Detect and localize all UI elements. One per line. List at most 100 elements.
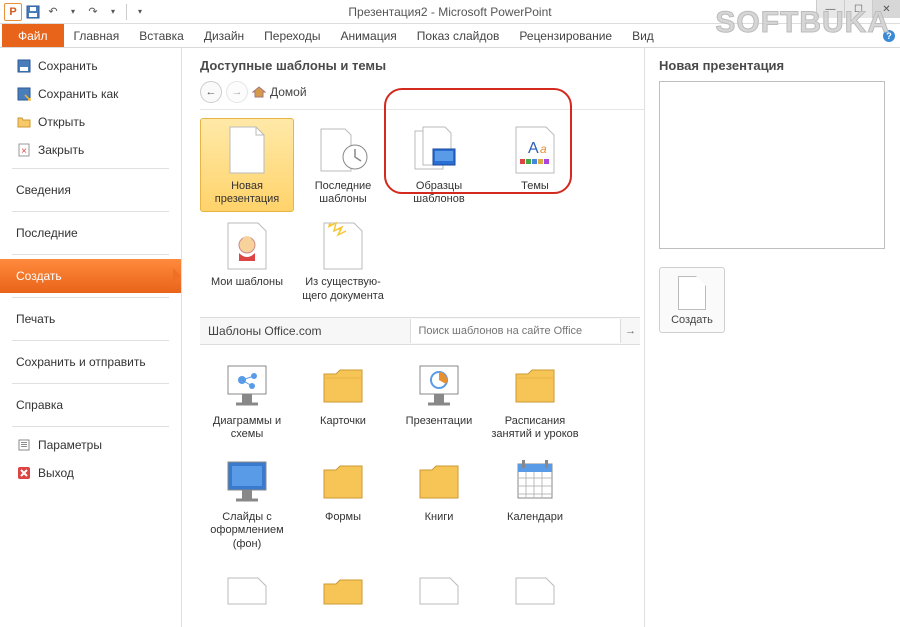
my-templates-icon xyxy=(217,220,277,272)
tile-from-existing[interactable]: Из существую- щего документа xyxy=(296,214,390,308)
sidebar-label: Создать xyxy=(16,269,62,283)
sidebar-label: Сохранить и отправить xyxy=(16,355,146,369)
sidebar-help[interactable]: Справка xyxy=(0,388,181,422)
tile-diagrams[interactable]: Диаграммы и схемы xyxy=(200,353,294,447)
customize-qat-dropdown[interactable]: ▾ xyxy=(131,3,149,21)
sidebar-print[interactable]: Печать xyxy=(0,302,181,336)
tile-partial-2[interactable] xyxy=(296,559,390,627)
sidebar-label: Последние xyxy=(16,226,78,240)
tab-home[interactable]: Главная xyxy=(64,24,130,47)
qat-dropdown-2[interactable]: ▾ xyxy=(104,3,122,21)
calendar-icon xyxy=(505,455,565,507)
nav-back-button[interactable]: ← xyxy=(200,81,222,103)
tile-my-templates[interactable]: Мои шаблоны xyxy=(200,214,294,308)
search-go-button[interactable]: → xyxy=(620,319,640,343)
close-window-button[interactable]: ✕ xyxy=(872,0,900,18)
breadcrumb-home[interactable]: Домой xyxy=(252,85,307,99)
sidebar-label: Сведения xyxy=(16,183,71,197)
powerpoint-app-icon[interactable]: P xyxy=(4,3,22,21)
nav-forward-button[interactable]: → xyxy=(226,81,248,103)
sidebar-open[interactable]: Открыть xyxy=(0,108,181,136)
svg-text:×: × xyxy=(21,146,27,157)
sidebar-new[interactable]: Создать xyxy=(0,259,181,293)
sidebar-save-send[interactable]: Сохранить и отправить xyxy=(0,345,181,379)
sidebar-recent[interactable]: Последние xyxy=(0,216,181,250)
tile-calendars[interactable]: Календари xyxy=(488,449,582,557)
folder-icon xyxy=(313,359,373,411)
redo-icon[interactable]: ↷ xyxy=(84,3,102,21)
home-icon xyxy=(252,85,266,99)
maximize-button[interactable]: ☐ xyxy=(844,0,872,18)
folder-icon xyxy=(505,359,565,411)
tile-themes[interactable]: Aa Темы xyxy=(488,118,582,212)
help-icon[interactable]: ? xyxy=(878,24,900,47)
folder-icon xyxy=(313,455,373,507)
tile-forms[interactable]: Формы xyxy=(296,449,390,557)
window-title: Презентация2 - Microsoft PowerPoint xyxy=(348,5,551,19)
office-templates-grid: Диаграммы и схемы Карточки Презентации Р… xyxy=(200,345,640,627)
sidebar-label: Открыть xyxy=(38,115,85,129)
presentation-icon xyxy=(409,359,469,411)
tab-insert[interactable]: Вставка xyxy=(129,24,194,47)
themes-icon: Aa xyxy=(505,124,565,176)
tab-design[interactable]: Дизайн xyxy=(194,24,254,47)
sidebar-exit[interactable]: Выход xyxy=(0,459,181,487)
tile-books[interactable]: Книги xyxy=(392,449,486,557)
save-icon xyxy=(16,58,32,74)
diagram-icon xyxy=(217,359,277,411)
office-section-title: Шаблоны Office.com xyxy=(200,318,410,344)
sidebar-label: Сохранить xyxy=(38,59,98,73)
recent-templates-icon xyxy=(313,124,373,176)
tile-blank-presentation[interactable]: Новая презентация xyxy=(200,118,294,212)
title-bar: P ↶ ▾ ↷ ▾ ▾ Презентация2 - Microsoft Pow… xyxy=(0,0,900,24)
file-tab[interactable]: Файл xyxy=(2,24,64,47)
create-button[interactable]: Создать xyxy=(659,267,725,333)
sidebar-label: Сохранить как xyxy=(38,87,118,101)
minimize-button[interactable]: — xyxy=(816,0,844,18)
tile-sample-templates[interactable]: Образцы шаблонов xyxy=(392,118,486,212)
tile-partial-3[interactable] xyxy=(392,559,486,627)
template-search-input[interactable] xyxy=(410,319,621,343)
sidebar-close[interactable]: × Закрыть xyxy=(0,136,181,164)
undo-icon[interactable]: ↶ xyxy=(44,3,62,21)
sidebar-info[interactable]: Сведения xyxy=(0,173,181,207)
tab-slideshow[interactable]: Показ слайдов xyxy=(407,24,510,47)
sidebar-label: Печать xyxy=(16,312,55,326)
tile-schedules[interactable]: Расписания занятий и уроков xyxy=(488,353,582,447)
tile-recent-templates[interactable]: Последние шаблоны xyxy=(296,118,390,212)
save-icon[interactable] xyxy=(24,3,42,21)
slide-preview xyxy=(659,81,885,249)
exit-icon xyxy=(16,465,32,481)
blank-page-icon xyxy=(217,124,277,176)
quick-access-toolbar: P ↶ ▾ ↷ ▾ ▾ xyxy=(0,3,149,21)
tab-review[interactable]: Рецензирование xyxy=(509,24,622,47)
qat-dropdown-1[interactable]: ▾ xyxy=(64,3,82,21)
sidebar-label: Закрыть xyxy=(38,143,84,157)
breadcrumb-nav: ← → Домой xyxy=(200,81,644,103)
backstage-content: Доступные шаблоны и темы ← → Домой Новая… xyxy=(182,48,900,627)
tab-view[interactable]: Вид xyxy=(622,24,664,47)
tile-presentations[interactable]: Презентации xyxy=(392,353,486,447)
sidebar-save[interactable]: Сохранить xyxy=(0,52,181,80)
options-icon xyxy=(16,437,32,453)
templates-scroll-area[interactable]: Новая презентация Последние шаблоны Обра… xyxy=(200,109,644,627)
svg-text:A: A xyxy=(528,140,539,157)
from-existing-icon xyxy=(313,220,373,272)
templates-panel: Доступные шаблоны и темы ← → Домой Новая… xyxy=(182,48,644,627)
local-templates-grid: Новая презентация Последние шаблоны Обра… xyxy=(200,110,640,309)
sidebar-options[interactable]: Параметры xyxy=(0,431,181,459)
tile-slide-backgrounds[interactable]: Слайды с оформлением (фон) xyxy=(200,449,294,557)
sidebar-save-as[interactable]: Сохранить как xyxy=(0,80,181,108)
window-controls: — ☐ ✕ xyxy=(816,0,900,18)
tab-animations[interactable]: Анимация xyxy=(330,24,406,47)
tile-partial-1[interactable] xyxy=(200,559,294,627)
tile-partial-4[interactable] xyxy=(488,559,582,627)
office-templates-section: Шаблоны Office.com → xyxy=(200,317,640,345)
tile-cards[interactable]: Карточки xyxy=(296,353,390,447)
preview-heading: Новая презентация xyxy=(659,58,886,73)
tab-transitions[interactable]: Переходы xyxy=(254,24,330,47)
templates-heading: Доступные шаблоны и темы xyxy=(200,58,644,73)
blank-page-icon xyxy=(678,276,706,310)
svg-text:?: ? xyxy=(886,31,892,41)
ribbon-tabs: Файл Главная Вставка Дизайн Переходы Ани… xyxy=(0,24,900,48)
